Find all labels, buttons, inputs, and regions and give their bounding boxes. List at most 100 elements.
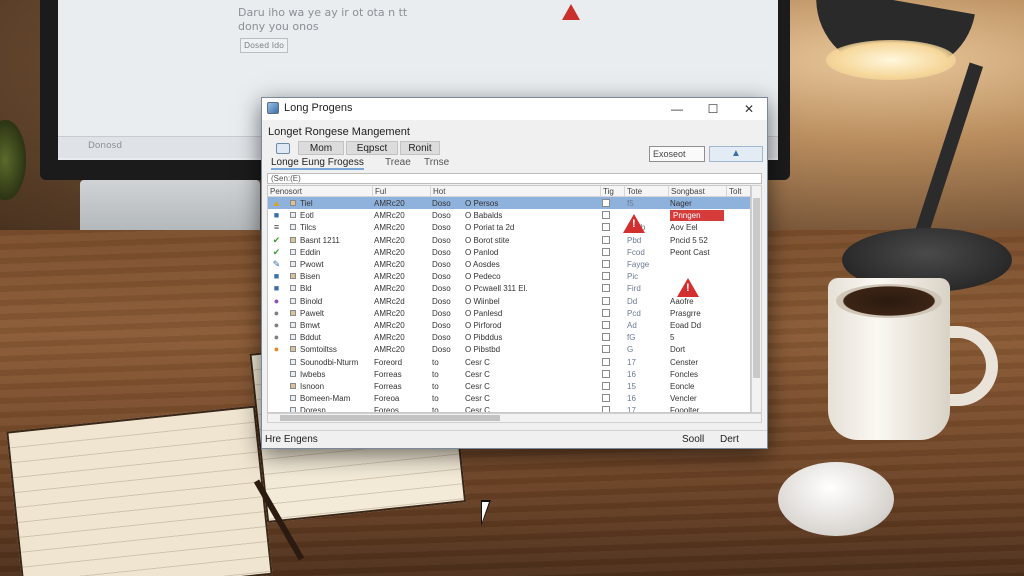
cell-ful: Forreas bbox=[374, 382, 402, 391]
warning-icon: ▲ bbox=[272, 198, 281, 208]
row-checkbox[interactable] bbox=[602, 199, 610, 207]
row-checkbox[interactable] bbox=[602, 235, 610, 244]
cell-hot: Doso bbox=[432, 296, 451, 306]
lamp-light bbox=[826, 40, 956, 80]
row-checkbox[interactable] bbox=[602, 406, 610, 412]
cell-detail: O Borot stite bbox=[465, 235, 510, 245]
row-checkbox[interactable] bbox=[602, 357, 610, 366]
col-header-penosort[interactable]: Penosort bbox=[268, 186, 372, 197]
cell-ful: Foreoa bbox=[374, 394, 400, 404]
cell-tote: 17 bbox=[627, 406, 636, 413]
cell-status: Foncles bbox=[670, 369, 699, 379]
col-header-tote[interactable]: Tote bbox=[624, 186, 668, 197]
minimize-button[interactable]: — bbox=[659, 98, 695, 120]
row-icon-empty bbox=[272, 406, 281, 412]
table-row[interactable]: Sounodbi-Nturm Foreord to Cesr C 17 Censter bbox=[268, 356, 750, 368]
status-button-dert[interactable]: Dert bbox=[720, 431, 739, 449]
table-row[interactable]: ≡ Tilcs AMRc20 Doso O Poriat ta 2d Ciblb Aov E… bbox=[268, 221, 750, 233]
cell-status: Fooolter bbox=[670, 406, 700, 413]
menu-eqpsct[interactable]: Eqpsct bbox=[346, 141, 398, 155]
row-checkbox[interactable] bbox=[602, 382, 610, 390]
cell-ful: AMRc20 bbox=[374, 321, 405, 330]
cell-name: Pawelt bbox=[300, 308, 325, 318]
cell-name: Sounodbi-Nturm bbox=[300, 357, 359, 367]
col-header-tig[interactable]: Tig bbox=[600, 186, 624, 197]
search-input[interactable]: (Sen:(E) bbox=[267, 173, 762, 184]
table-row[interactable]: Iwbebs Forreas to Cesr C 16 Foncles bbox=[268, 368, 750, 380]
menu-ronit[interactable]: Ronit bbox=[400, 141, 440, 155]
cell-detail: O Persos bbox=[465, 199, 499, 208]
cell-tote: 17 bbox=[627, 357, 636, 367]
cell-hot: to bbox=[432, 382, 439, 391]
row-checkbox[interactable] bbox=[602, 394, 610, 403]
cell-name: Iwbebs bbox=[300, 369, 326, 379]
table-row[interactable]: Doresn Foreos to Cesr C 17 Fooolter bbox=[268, 404, 750, 413]
maximize-button[interactable]: ☐ bbox=[695, 98, 731, 120]
row-checkbox[interactable] bbox=[602, 284, 610, 293]
table-row[interactable]: ✔ Eddin AMRc20 Doso O Panlod Fcod Peont Cast bbox=[268, 246, 750, 258]
tab-treae[interactable]: Treae bbox=[385, 156, 411, 170]
table-row[interactable]: ● Bddut AMRc20 Doso O Pibddus fG 5 bbox=[268, 331, 750, 343]
row-checkbox[interactable] bbox=[602, 308, 610, 317]
cell-hot: Doso bbox=[432, 235, 451, 245]
col-header-hot[interactable]: Hot bbox=[430, 186, 600, 197]
cell-ful: AMRc20 bbox=[374, 223, 405, 233]
warning-icon: ! bbox=[677, 278, 699, 297]
menu-mom[interactable]: Mom bbox=[298, 141, 344, 155]
app-icon bbox=[267, 102, 279, 114]
tab-trnse[interactable]: Trnse bbox=[424, 156, 449, 170]
col-header-ful[interactable]: Ful bbox=[372, 186, 430, 197]
text-icon: ≡ bbox=[273, 222, 280, 233]
row-checkbox[interactable] bbox=[602, 211, 610, 220]
circle-purple-icon: ● bbox=[273, 295, 280, 306]
title-bar[interactable]: Long Progens — ☐ ✕ bbox=[262, 98, 767, 120]
table-row[interactable]: ● Somtoiltss AMRc20 Doso O Pibstbd G Dort bbox=[268, 343, 750, 355]
row-checkbox[interactable] bbox=[602, 321, 610, 329]
status-bar: Hre Engens Sooll Dert bbox=[262, 430, 767, 448]
export-button[interactable]: Exoseot bbox=[649, 146, 705, 162]
file-thumb-icon bbox=[290, 224, 296, 231]
row-checkbox[interactable] bbox=[602, 345, 610, 354]
cell-status: Vencler bbox=[670, 394, 697, 404]
cell-status: Nager bbox=[670, 199, 692, 208]
row-checkbox[interactable] bbox=[602, 247, 610, 256]
table-row[interactable]: ▲ Tiel AMRc20 Doso O Persos f5 Nager bbox=[268, 197, 750, 210]
notebook-left-page bbox=[6, 405, 273, 576]
table-row[interactable]: Isnoon Forreas to Cesr C 15 Eoncle bbox=[268, 380, 750, 392]
cell-detail: O Pirforod bbox=[465, 321, 502, 330]
row-checkbox[interactable] bbox=[602, 260, 610, 268]
taskbar-label: Donosd bbox=[88, 141, 123, 151]
row-checkbox[interactable] bbox=[602, 296, 610, 305]
row-checkbox[interactable] bbox=[602, 223, 610, 232]
folder-icon[interactable] bbox=[276, 143, 290, 154]
cell-hot: to bbox=[432, 357, 439, 367]
cell-detail: Cesr C bbox=[465, 382, 490, 391]
image-icon: ■ bbox=[273, 271, 280, 282]
upload-button[interactable]: ▲ bbox=[709, 146, 763, 162]
warning-icon: ! bbox=[623, 214, 645, 233]
row-checkbox[interactable] bbox=[602, 272, 610, 281]
col-header-tolt[interactable]: Tolt bbox=[726, 186, 750, 197]
status-button-scroll[interactable]: Sooll bbox=[682, 431, 704, 449]
table-row[interactable]: ✔ Basnt 1211 AMRc20 Doso O Borot stite Pbd Pnc… bbox=[268, 234, 750, 246]
table-row[interactable]: Bomeen-Mam Foreoa to Cesr C 16 Vencler bbox=[268, 392, 750, 404]
row-checkbox[interactable] bbox=[602, 369, 610, 378]
cell-detail: O Pibddus bbox=[465, 333, 503, 343]
table-row[interactable]: ● Bmwt AMRc20 Doso O Pirforod Ad Eoad Dd bbox=[268, 319, 750, 331]
close-button[interactable]: ✕ bbox=[731, 98, 767, 120]
cell-detail: O Babalds bbox=[465, 211, 503, 221]
table-row[interactable]: ✎ Pwowt AMRc20 Doso O Aosdes Fayge bbox=[268, 258, 750, 270]
vertical-scroll-thumb[interactable] bbox=[753, 198, 760, 378]
row-checkbox[interactable] bbox=[602, 333, 610, 342]
file-thumb-icon bbox=[290, 370, 296, 377]
table-row[interactable]: ● Pawelt AMRc20 Doso O Panlesd Pcd Prasgrre bbox=[268, 307, 750, 319]
horizontal-scrollbar[interactable] bbox=[267, 413, 762, 423]
vertical-scrollbar[interactable] bbox=[751, 185, 762, 413]
cell-tote: Pic bbox=[627, 272, 639, 282]
table-row[interactable]: ■ Eotl AMRc20 Doso O Babalds Pnngen bbox=[268, 209, 750, 222]
col-header-songbast[interactable]: Songbast bbox=[668, 186, 726, 197]
tab-longe-eung-frogess[interactable]: Longe Eung Frogess bbox=[271, 156, 364, 170]
horizontal-scroll-thumb[interactable] bbox=[280, 415, 500, 421]
cell-name: Tilcs bbox=[300, 223, 317, 233]
circle-gray-icon: ● bbox=[273, 307, 280, 318]
